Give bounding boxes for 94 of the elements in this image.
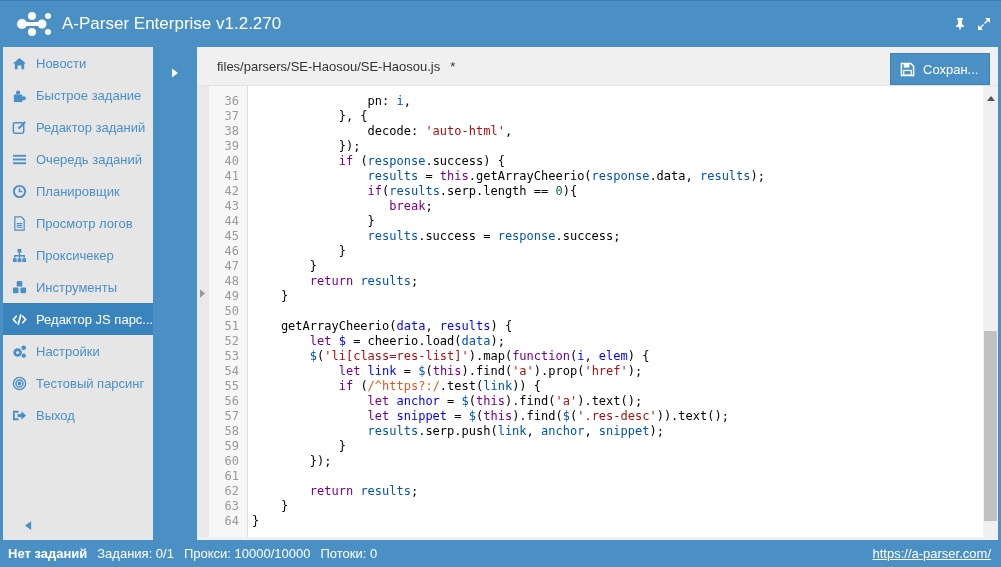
code-line: if (response.success) { xyxy=(337,154,505,169)
code-line: break; xyxy=(388,199,433,214)
code-line: }); xyxy=(337,139,361,154)
line-number: 58 xyxy=(223,424,239,439)
code-line: } xyxy=(337,439,346,454)
logo-icon xyxy=(16,10,52,38)
code-line: pn: i, xyxy=(366,94,411,109)
code-line: let link = $(this).find('a').prop('href'); xyxy=(337,364,643,379)
line-number: 52 xyxy=(223,334,239,349)
line-number: 61 xyxy=(223,469,239,484)
line-number: 42 xyxy=(223,184,239,199)
line-number: 40 xyxy=(223,154,239,169)
line-number: 57 xyxy=(223,409,239,424)
sidebar-item[interactable]: Очередь заданий xyxy=(3,143,153,175)
sidebar-item[interactable]: Новости xyxy=(3,47,153,79)
line-number: 41 xyxy=(223,169,239,184)
expand-icon[interactable] xyxy=(977,17,991,31)
code-icon xyxy=(12,311,27,327)
sidebar-item[interactable]: Тестовый парсинг xyxy=(3,367,153,399)
window-title: A-Parser Enterprise v1.2.270 xyxy=(62,14,282,34)
line-number: 38 xyxy=(223,124,239,139)
line-number: 46 xyxy=(223,244,239,259)
sidebar-item[interactable]: Настройки xyxy=(3,335,153,367)
line-number: 49 xyxy=(223,289,239,304)
code-line: if(results.serp.length == 0){ xyxy=(366,184,578,199)
modified-mark: * xyxy=(450,58,456,74)
line-number: 60 xyxy=(223,454,239,469)
line-number: 44 xyxy=(223,214,239,229)
code-line: } xyxy=(308,259,318,274)
line-number: 50 xyxy=(223,304,239,319)
line-number: 47 xyxy=(223,259,239,274)
line-number: 64 xyxy=(223,514,239,529)
code-line: if (/^https?:/.test(link)) { xyxy=(337,379,542,394)
line-number: 37 xyxy=(223,109,239,124)
line-number: 39 xyxy=(223,139,239,154)
code-line: return results; xyxy=(308,484,419,499)
code-line: }, { xyxy=(337,109,368,124)
document-icon xyxy=(12,215,27,231)
line-number: 63 xyxy=(223,499,239,514)
code-line: results.serp.push(link, anchor, snippet); xyxy=(366,424,664,439)
file-path: files/parsers/SE-Haosou/SE-Haosou.js xyxy=(217,58,441,74)
scroll-thumb[interactable] xyxy=(984,331,997,521)
sidebar-item[interactable]: Проксичекер xyxy=(3,239,153,271)
code-line: let $ = cheerio.load(data); xyxy=(308,334,505,349)
line-number: 48 xyxy=(223,274,239,289)
code-line: $('li[class=res-list]').map(function(i, elem) { xyxy=(308,349,650,364)
code-line: let anchor = $(this).find('a').text(); xyxy=(366,394,643,409)
code-line: } xyxy=(337,244,346,259)
code-line: } xyxy=(252,514,260,529)
line-number: 59 xyxy=(223,439,239,454)
threads-count: Потоки: 0 xyxy=(320,546,378,561)
line-number: 55 xyxy=(223,379,239,394)
code-line: }); xyxy=(308,454,332,469)
tasks-count: Задания: 0/1 xyxy=(97,546,174,561)
status-text: Нет заданий xyxy=(8,546,88,561)
sidebar-item[interactable]: Редактор заданий xyxy=(3,111,153,143)
code-line: return results; xyxy=(308,274,419,289)
code-line: results.success = response.success; xyxy=(366,229,621,244)
sidebar-item[interactable]: Быстрое задание xyxy=(3,79,153,111)
sidebar-item[interactable]: Редактор JS парс... xyxy=(3,303,153,335)
line-number: 51 xyxy=(223,319,239,334)
cubes-icon xyxy=(12,279,27,295)
clock-icon xyxy=(12,183,27,199)
line-number: 62 xyxy=(223,484,239,499)
panel-toggle-icon[interactable] xyxy=(200,289,205,298)
scroll-up-icon[interactable] xyxy=(987,96,995,101)
line-number: 36 xyxy=(223,94,239,109)
code-line: decode: 'auto-html', xyxy=(366,124,513,139)
sidebar-item[interactable]: Выход xyxy=(3,399,153,431)
proxies-count: Прокси: 10000/10000 xyxy=(183,546,311,561)
home-icon xyxy=(12,55,27,71)
expand-arrow-icon[interactable] xyxy=(172,68,178,78)
code-line: } xyxy=(366,214,375,229)
collapse-arrow-icon[interactable] xyxy=(25,521,32,530)
sidebar-item[interactable]: Инструменты xyxy=(3,271,153,303)
line-number: 53 xyxy=(223,349,239,364)
save-button[interactable]: Сохран... xyxy=(890,53,990,85)
code-line: } xyxy=(279,499,289,514)
sitemap-icon xyxy=(12,247,27,263)
code-line: let snippet = $(this).find($('.res-desc')).text(); xyxy=(366,409,729,424)
sidebar-item[interactable]: Планировщик xyxy=(3,175,153,207)
code-line: } xyxy=(279,289,289,304)
scrollbar[interactable] xyxy=(983,86,998,537)
website-link[interactable]: https://a-parser.com/ xyxy=(872,546,991,561)
code-line: results = this.getArrayCheerio(response.data, results); xyxy=(366,169,765,184)
pin-icon[interactable] xyxy=(953,17,967,31)
line-number: 54 xyxy=(223,364,239,379)
sidebar-item[interactable]: Просмотр логов xyxy=(3,207,153,239)
edit-icon xyxy=(12,119,27,135)
code-line: getArrayCheerio(data, results) { xyxy=(279,319,513,334)
line-number: 45 xyxy=(223,229,239,244)
line-number: 56 xyxy=(223,394,239,409)
target-icon xyxy=(12,375,27,391)
line-number: 43 xyxy=(223,199,239,214)
